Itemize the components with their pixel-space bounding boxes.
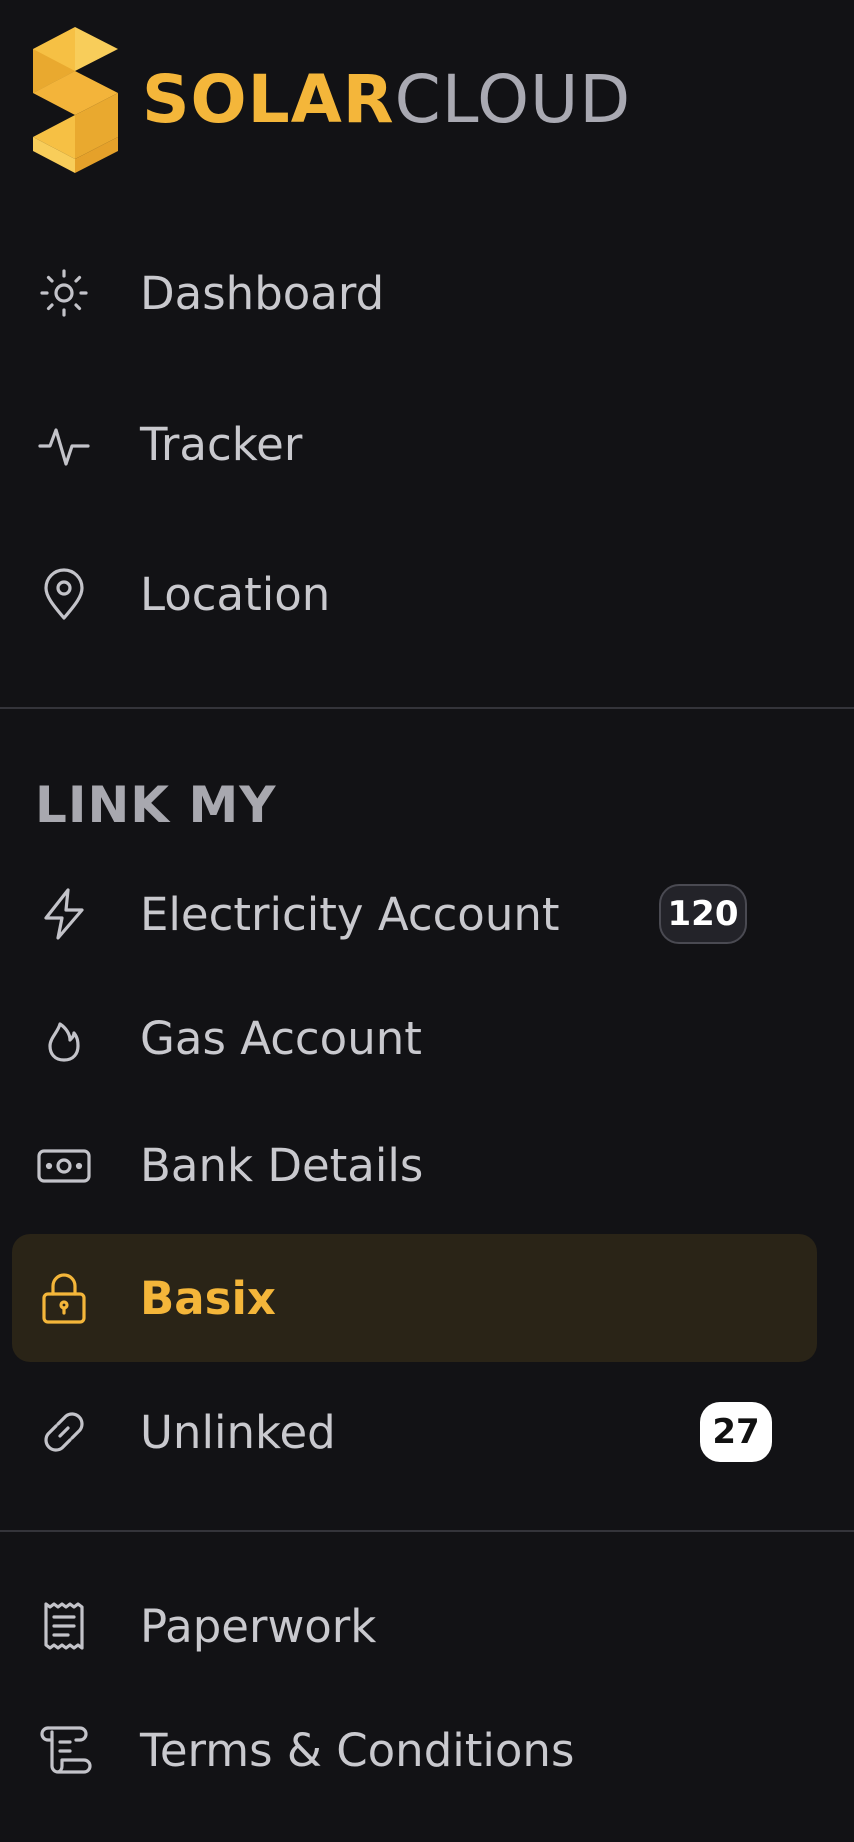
brand-solar: SOLAR (142, 61, 395, 138)
count-badge: 27 (700, 1402, 772, 1462)
nav-item-label: Basix (140, 1271, 276, 1325)
nav-item-label: Electricity Account (140, 887, 560, 941)
nav-item-label: Paperwork (140, 1599, 377, 1653)
section-title-link-my: LINK MY (35, 776, 277, 834)
nav-item-label: Unlinked (140, 1405, 336, 1459)
link-icon (34, 1402, 94, 1462)
divider (0, 707, 854, 709)
nav-item-terms-and-conditions[interactable]: Terms & Conditions (0, 1700, 854, 1800)
count-badge: 120 (659, 884, 747, 944)
app-logo[interactable]: SOLARCLOUD (33, 27, 631, 173)
nav-item-paperwork[interactable]: Paperwork (0, 1576, 854, 1676)
nav-item-label: Bank Details (140, 1138, 424, 1192)
nav-item-gas-account[interactable]: Gas Account (0, 988, 854, 1088)
solarcloud-logo-icon (33, 27, 118, 173)
nav-item-dashboard[interactable]: Dashboard (0, 243, 854, 343)
nav-item-location[interactable]: Location (0, 544, 854, 644)
bolt-icon (34, 884, 94, 944)
nav-item-label: Terms & Conditions (140, 1723, 575, 1777)
nav-item-label: Gas Account (140, 1011, 422, 1065)
lock-icon (34, 1268, 94, 1328)
brand-name: SOLARCLOUD (142, 67, 631, 133)
brand-cloud: CLOUD (394, 61, 632, 138)
activity-icon (34, 414, 94, 474)
nav-item-unlinked[interactable]: Unlinked 27 (0, 1382, 854, 1482)
divider (0, 1530, 854, 1532)
nav-item-electricity-account[interactable]: Electricity Account 120 (0, 864, 854, 964)
nav-item-tracker[interactable]: Tracker (0, 394, 854, 494)
nav-item-label: Location (140, 567, 331, 621)
nav-item-basix[interactable]: Basix (0, 1248, 854, 1348)
nav-item-label: Tracker (140, 417, 303, 471)
map-pin-icon (34, 564, 94, 624)
nav-item-label: Dashboard (140, 266, 385, 320)
nav-item-bank-details[interactable]: Bank Details (0, 1115, 854, 1215)
scroll-icon (34, 1720, 94, 1780)
sun-icon (34, 263, 94, 323)
flame-icon (34, 1008, 94, 1068)
receipt-icon (34, 1596, 94, 1656)
cash-icon (34, 1135, 94, 1195)
